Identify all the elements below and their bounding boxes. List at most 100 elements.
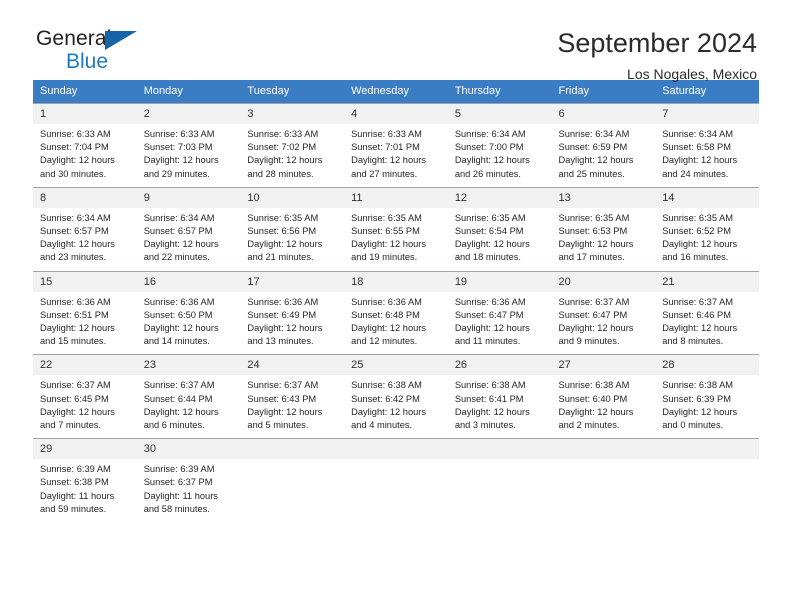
calendar-day[interactable]: 1 Sunrise: 6:33 AM Sunset: 7:04 PM Daylight… xyxy=(33,103,137,187)
calendar-day[interactable]: 5 Sunrise: 6:34 AM Sunset: 7:00 PM Daylight… xyxy=(447,103,552,187)
calendar-cell xyxy=(344,438,448,522)
day-details: Sunrise: 6:36 AM Sunset: 6:51 PM Daylight:… xyxy=(33,292,137,355)
calendar-day[interactable]: 23 Sunrise: 6:37 AM Sunset: 6:44 PM Dayligh… xyxy=(136,354,241,438)
calendar-day[interactable]: 17 Sunrise: 6:36 AM Sunset: 6:49 PM Dayligh… xyxy=(240,270,345,355)
calendar-day[interactable]: 14 Sunrise: 6:35 AM Sunset: 6:52 PM Dayligh… xyxy=(655,186,759,271)
sunrise-time: Sunrise: 6:33 AM xyxy=(40,129,111,139)
sunset-time: Sunset: 6:52 PM xyxy=(662,226,731,237)
calendar-day[interactable]: 6 Sunrise: 6:34 AM Sunset: 6:59 PM Daylight… xyxy=(551,103,656,187)
calendar-day[interactable]: 10 Sunrise: 6:35 AM Sunset: 6:56 PM Dayligh… xyxy=(240,186,345,271)
daylight-duration-line2: and 30 minutes. xyxy=(40,168,107,179)
general-blue-logo[interactable]: General Blue xyxy=(33,28,186,76)
calendar-day[interactable]: 13 Sunrise: 6:35 AM Sunset: 6:53 PM Dayligh… xyxy=(551,186,656,271)
title-block: September 2024 Los Nogales, Mexico xyxy=(557,28,759,83)
daylight-duration-line1: Daylight: 12 hours xyxy=(662,239,738,250)
day-number: 4 xyxy=(344,104,448,124)
weekday-header-friday: Friday xyxy=(551,80,656,103)
calendar-day[interactable]: 21 Sunrise: 6:37 AM Sunset: 6:46 PM Dayligh… xyxy=(655,270,759,355)
sunset-time: Sunset: 6:48 PM xyxy=(351,309,420,320)
sunrise-time: Sunrise: 6:38 AM xyxy=(662,380,734,391)
day-number: 17 xyxy=(240,271,345,292)
daylight-duration-line2: and 23 minutes. xyxy=(40,252,107,263)
daylight-duration-line1: Daylight: 12 hours xyxy=(662,155,738,166)
calendar-day[interactable]: 19 Sunrise: 6:36 AM Sunset: 6:47 PM Dayligh… xyxy=(447,270,552,355)
day-details xyxy=(448,459,552,469)
calendar-day[interactable]: 22 Sunrise: 6:37 AM Sunset: 6:45 PM Dayligh… xyxy=(33,354,137,438)
daylight-duration-line1: Daylight: 11 hours xyxy=(143,490,218,501)
calendar-day[interactable]: 8 Sunrise: 6:34 AM Sunset: 6:57 PM Daylight… xyxy=(33,186,137,271)
day-number: 18 xyxy=(344,271,448,292)
daylight-duration-line1: Daylight: 12 hours xyxy=(247,323,323,334)
day-number: 7 xyxy=(655,104,759,124)
calendar-day[interactable]: 18 Sunrise: 6:36 AM Sunset: 6:48 PM Dayligh… xyxy=(344,270,448,355)
calendar-day[interactable]: 20 Sunrise: 6:37 AM Sunset: 6:47 PM Dayligh… xyxy=(551,270,656,355)
sunset-time: Sunset: 6:44 PM xyxy=(143,393,213,404)
sunset-time: Sunset: 6:47 PM xyxy=(454,309,524,320)
day-number: 20 xyxy=(551,271,656,292)
calendar-day[interactable]: 27 Sunrise: 6:38 AM Sunset: 6:40 PM Dayligh… xyxy=(551,354,656,438)
calendar-day[interactable]: 16 Sunrise: 6:36 AM Sunset: 6:50 PM Dayligh… xyxy=(136,270,241,355)
sunrise-time: Sunrise: 6:39 AM xyxy=(40,464,111,475)
calendar-cell: 29 Sunrise: 6:39 AM Sunset: 6:38 PM Dayligh… xyxy=(33,438,137,522)
calendar-day[interactable]: 9 Sunrise: 6:34 AM Sunset: 6:57 PM Daylight… xyxy=(136,186,241,271)
daylight-duration-line1: Daylight: 12 hours xyxy=(662,406,738,417)
calendar-day[interactable]: 4 Sunrise: 6:33 AM Sunset: 7:01 PM Daylight… xyxy=(344,103,448,187)
calendar-cell: 10 Sunrise: 6:35 AM Sunset: 6:56 PM Dayligh… xyxy=(240,186,345,271)
sunrise-time: Sunrise: 6:36 AM xyxy=(40,296,111,307)
calendar-day[interactable]: 26 Sunrise: 6:38 AM Sunset: 6:41 PM Dayligh… xyxy=(447,354,552,438)
day-number: 11 xyxy=(344,187,448,208)
calendar-day[interactable]: 3 Sunrise: 6:33 AM Sunset: 7:02 PM Daylight… xyxy=(240,103,345,187)
sunset-time: Sunset: 7:03 PM xyxy=(143,142,213,153)
logo-text-blue: Blue xyxy=(66,50,109,73)
daylight-duration-line2: and 15 minutes. xyxy=(40,336,107,347)
daylight-duration-line1: Daylight: 12 hours xyxy=(143,406,219,417)
weekday-header-thursday: Thursday xyxy=(447,80,552,103)
calendar-cell xyxy=(447,438,552,522)
daylight-duration-line2: and 6 minutes. xyxy=(143,420,205,431)
calendar-day-empty xyxy=(655,438,759,520)
sunset-time: Sunset: 6:51 PM xyxy=(40,309,109,320)
calendar-day[interactable]: 24 Sunrise: 6:37 AM Sunset: 6:43 PM Dayligh… xyxy=(240,354,345,438)
daylight-duration-line2: and 7 minutes. xyxy=(40,420,101,431)
day-details: Sunrise: 6:33 AM Sunset: 7:03 PM Daylight:… xyxy=(137,124,241,187)
sunrise-time: Sunrise: 6:34 AM xyxy=(454,129,526,139)
daylight-duration-line2: and 26 minutes. xyxy=(454,168,521,179)
daylight-duration-line1: Daylight: 12 hours xyxy=(143,323,219,334)
sunrise-time: Sunrise: 6:37 AM xyxy=(558,296,630,307)
daylight-duration-line1: Daylight: 12 hours xyxy=(143,239,219,250)
calendar-cell: 12 Sunrise: 6:35 AM Sunset: 6:54 PM Dayligh… xyxy=(447,186,552,271)
sunset-time: Sunset: 6:47 PM xyxy=(558,309,628,320)
daylight-duration-line2: and 9 minutes. xyxy=(558,336,620,347)
day-details xyxy=(655,459,759,469)
sunset-time: Sunset: 6:39 PM xyxy=(662,393,731,404)
calendar-day[interactable]: 2 Sunrise: 6:33 AM Sunset: 7:03 PM Daylight… xyxy=(136,103,241,187)
sunrise-time: Sunrise: 6:35 AM xyxy=(558,212,630,223)
day-number: 19 xyxy=(447,271,552,292)
calendar-cell xyxy=(240,438,345,522)
day-details xyxy=(552,459,656,469)
calendar-day[interactable]: 28 Sunrise: 6:38 AM Sunset: 6:39 PM Dayligh… xyxy=(655,354,759,438)
daylight-duration-line2: and 4 minutes. xyxy=(351,420,413,431)
calendar-day[interactable]: 11 Sunrise: 6:35 AM Sunset: 6:55 PM Dayligh… xyxy=(344,186,448,271)
sunset-time: Sunset: 7:01 PM xyxy=(351,142,420,153)
calendar-day[interactable]: 25 Sunrise: 6:38 AM Sunset: 6:42 PM Dayligh… xyxy=(344,354,448,438)
calendar-day[interactable]: 15 Sunrise: 6:36 AM Sunset: 6:51 PM Dayligh… xyxy=(33,270,137,355)
day-number: 1 xyxy=(33,104,137,124)
calendar-day[interactable]: 7 Sunrise: 6:34 AM Sunset: 6:58 PM Daylight… xyxy=(655,103,759,187)
sunset-time: Sunset: 6:58 PM xyxy=(662,142,731,153)
day-details: Sunrise: 6:36 AM Sunset: 6:50 PM Daylight:… xyxy=(137,292,241,355)
calendar-cell: 14 Sunrise: 6:35 AM Sunset: 6:52 PM Dayligh… xyxy=(655,186,759,271)
calendar-cell: 24 Sunrise: 6:37 AM Sunset: 6:43 PM Dayligh… xyxy=(240,354,345,438)
daylight-duration-line2: and 28 minutes. xyxy=(247,168,314,179)
calendar-body: 1 Sunrise: 6:33 AM Sunset: 7:04 PM Daylight… xyxy=(33,103,759,522)
sunset-time: Sunset: 6:45 PM xyxy=(40,393,109,404)
calendar-cell: 2 Sunrise: 6:33 AM Sunset: 7:03 PM Daylight… xyxy=(136,103,241,187)
calendar-cell: 28 Sunrise: 6:38 AM Sunset: 6:39 PM Dayligh… xyxy=(655,354,759,438)
day-details: Sunrise: 6:36 AM Sunset: 6:49 PM Daylight:… xyxy=(240,292,344,355)
calendar-day[interactable]: 30 Sunrise: 6:39 AM Sunset: 6:37 PM Dayligh… xyxy=(136,438,241,522)
daylight-duration-line2: and 2 minutes. xyxy=(558,420,620,431)
calendar-day[interactable]: 29 Sunrise: 6:39 AM Sunset: 6:38 PM Dayligh… xyxy=(33,438,137,522)
day-details: Sunrise: 6:33 AM Sunset: 7:01 PM Daylight:… xyxy=(344,124,448,187)
calendar-day[interactable]: 12 Sunrise: 6:35 AM Sunset: 6:54 PM Dayligh… xyxy=(447,186,552,271)
sunset-time: Sunset: 6:54 PM xyxy=(454,226,524,237)
